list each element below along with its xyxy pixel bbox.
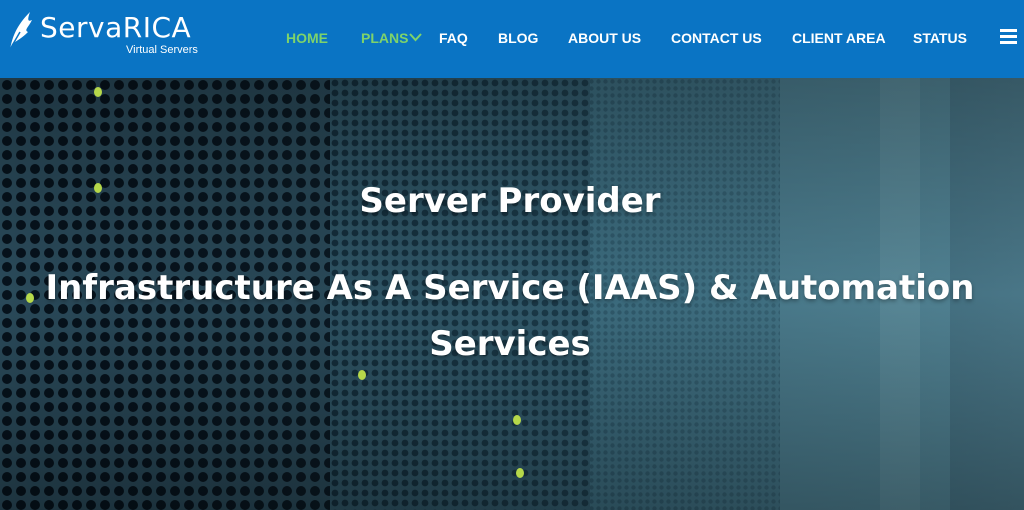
hero-title: Server Provider [359,181,661,221]
hero-subtitle: Infrastructure As A Service (IAAS) & Aut… [45,268,975,364]
nav-faq[interactable]: FAQ [439,30,468,46]
nav-about-us[interactable]: ABOUT US [568,30,641,46]
nav-blog[interactable]: BLOG [498,30,538,46]
chevron-down-icon[interactable] [409,31,422,43]
site-header: ServaRICA Virtual Servers HOME PLANS FAQ… [0,0,1024,78]
hero-banner: Server Provider Infrastructure As A Serv… [0,78,1024,510]
nav-plans[interactable]: PLANS [361,30,408,46]
nav-status[interactable]: STATUS [913,30,967,46]
status-led [513,415,521,425]
main-nav: HOME PLANS FAQ BLOG ABOUT US CONTACT US … [0,0,1024,78]
nav-contact-us[interactable]: CONTACT US [671,30,762,46]
status-led [516,468,524,478]
hamburger-icon[interactable] [1000,29,1017,45]
nav-client-area[interactable]: CLIENT AREA [792,30,886,46]
status-led [94,87,102,97]
nav-home[interactable]: HOME [286,30,328,46]
